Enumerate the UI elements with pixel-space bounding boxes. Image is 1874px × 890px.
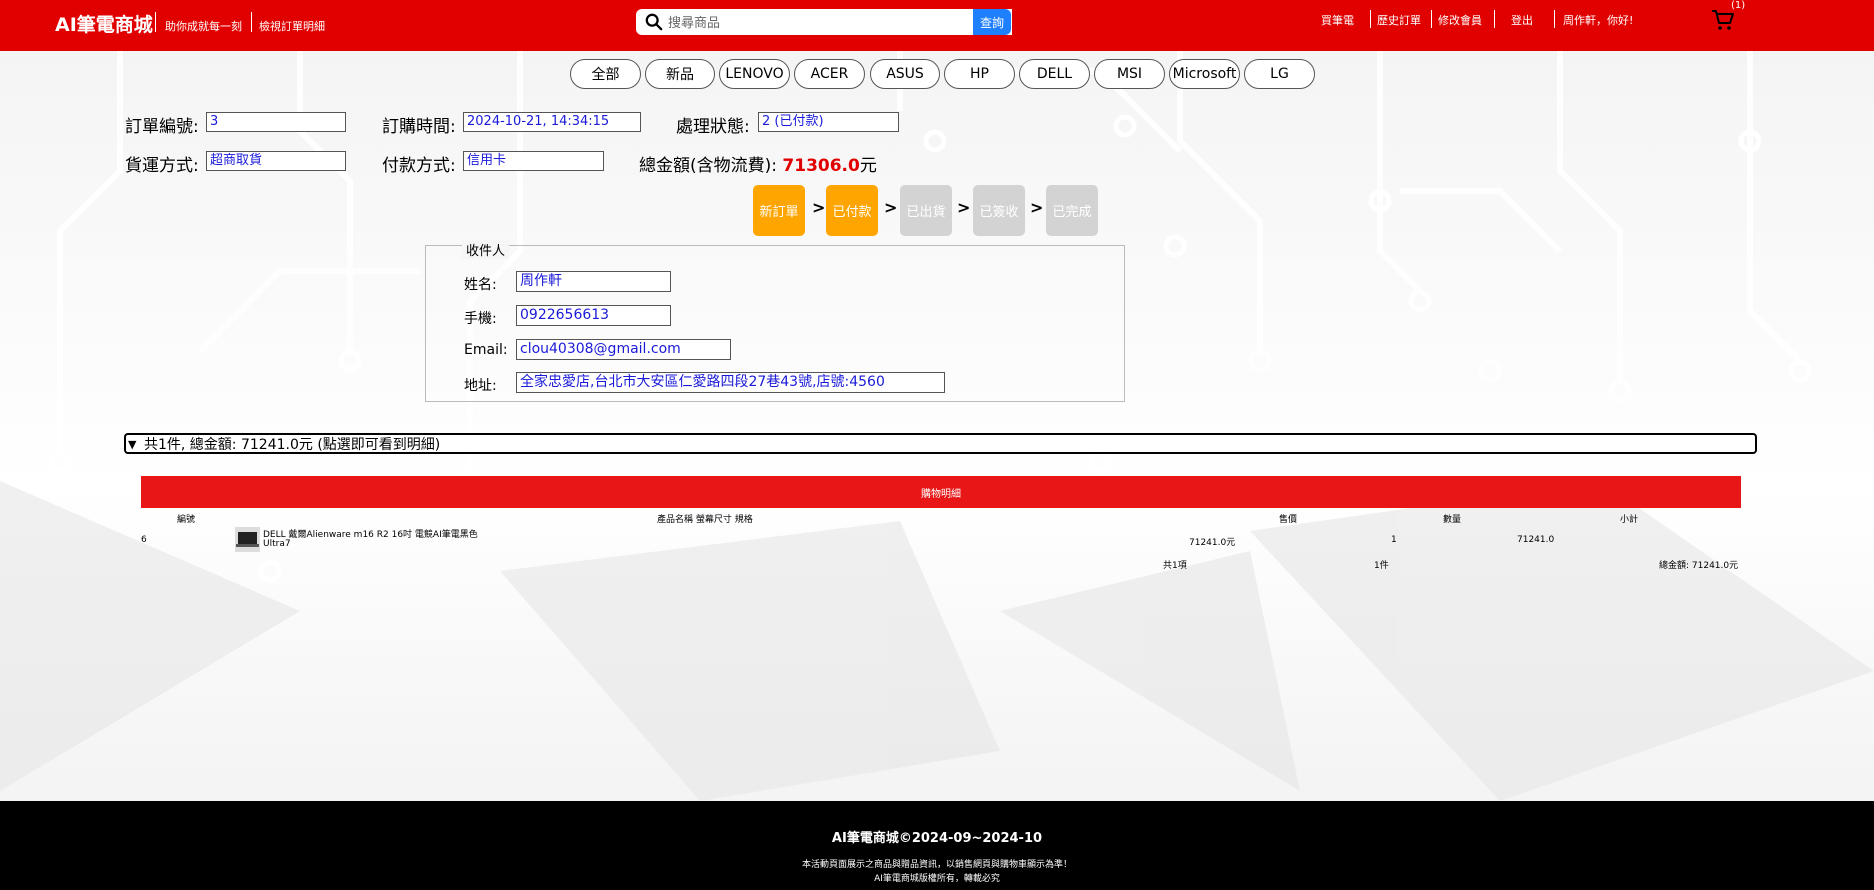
- payment-field: 信用卡: [463, 151, 604, 171]
- step-arrow: >: [1030, 198, 1044, 217]
- item-qty: 1: [1391, 535, 1397, 545]
- col-header-id: 編號: [177, 515, 196, 525]
- details-qty-total: 1件: [1374, 561, 1389, 571]
- recipient-name-label: 姓名:: [464, 277, 497, 293]
- step-completed: 已完成: [1046, 185, 1098, 236]
- col-header-subtotal: 小計: [1620, 515, 1639, 525]
- category-microsoft[interactable]: Microsoft: [1169, 59, 1240, 89]
- nav-buy-laptop[interactable]: 買筆電: [1321, 12, 1354, 28]
- order-summary-text: 共1件, 總金額: 71241.0元 (點選即可看到明細): [144, 437, 441, 453]
- cart-count-badge: (1): [1731, 0, 1746, 11]
- order-status-field: 2 (已付款): [758, 112, 899, 132]
- step-paid: 已付款: [826, 185, 878, 236]
- order-id-field: 3: [206, 112, 346, 132]
- recipient-legend: 收件人: [462, 240, 510, 259]
- step-arrow: >: [957, 198, 971, 217]
- col-header-price: 售價: [1279, 515, 1298, 525]
- tagline: 助你成就每一刻: [165, 20, 242, 33]
- divider: [155, 12, 156, 32]
- recipient-address-label: 地址:: [464, 378, 497, 394]
- order-time-label: 訂購時間:: [382, 117, 456, 137]
- recipient-phone-label: 手機:: [464, 311, 497, 327]
- order-time-field: 2024-10-21, 14:34:15: [463, 112, 641, 132]
- footer-notice: 本活動頁面展示之商品與贈品資訊，以銷售網頁與購物車顯示為準！: [801, 860, 1072, 870]
- product-thumbnail[interactable]: [235, 527, 260, 552]
- details-title: 購物明細: [141, 476, 1741, 508]
- step-arrow: >: [812, 198, 826, 217]
- footer-copyright: AI筆電商城版權所有，轉載必究: [874, 874, 1000, 884]
- top-nav-bar: AI筆電商城 助你成就每一刻 檢視訂單明細 查詢 買筆電 歷史訂單 修改會員 登…: [0, 0, 1874, 51]
- order-total-label: 總金額(含物流費):: [639, 156, 777, 176]
- order-total: 總金額(含物流費): 71306.0元: [639, 151, 877, 176]
- category-all[interactable]: 全部: [570, 59, 641, 89]
- divider: [1431, 10, 1432, 28]
- view-order-link[interactable]: 檢視訂單明細: [259, 18, 325, 34]
- divider: [1554, 10, 1555, 28]
- divider: [251, 12, 252, 32]
- recipient-name-field: 周作軒: [516, 271, 671, 292]
- payment-label: 付款方式:: [382, 156, 456, 176]
- order-id-label: 訂單編號:: [125, 117, 199, 137]
- recipient-address-field: 全家忠愛店,台北市大安區仁愛路四段27巷43號,店號:4560: [516, 372, 945, 393]
- item-name-line2: Ultra7: [263, 539, 291, 549]
- details-grand-total: 總金額: 71241.0元: [1659, 561, 1739, 571]
- step-shipped: 已出貨: [900, 185, 952, 236]
- search-icon: [645, 13, 663, 31]
- col-header-qty: 數量: [1443, 515, 1462, 525]
- item-name-line1[interactable]: DELL 戴爾Alienware m16 R2 16吋 電競AI筆電黑色: [263, 527, 478, 540]
- footer-title: AI筆電商城©2024-09~2024-10: [831, 831, 1043, 846]
- laptop-icon: [236, 532, 259, 547]
- search-button[interactable]: 查詢: [973, 9, 1011, 35]
- item-price: 71241.0元: [1189, 538, 1236, 548]
- category-msi[interactable]: MSI: [1094, 59, 1165, 89]
- divider: [1494, 10, 1495, 28]
- category-acer[interactable]: ACER: [794, 59, 865, 89]
- category-new[interactable]: 新品: [645, 59, 715, 89]
- order-summary-toggle[interactable]: ▼ 共1件, 總金額: 71241.0元 (點選即可看到明細): [124, 433, 1757, 454]
- recipient-email-field: clou40308@gmail.com: [516, 339, 731, 360]
- shipping-field: 超商取貨: [206, 151, 346, 171]
- page-footer: AI筆電商城©2024-09~2024-10 本活動頁面展示之商品與贈品資訊，以…: [0, 801, 1874, 890]
- details-item-count: 共1項: [1163, 561, 1187, 571]
- search-box: [636, 9, 1012, 35]
- divider: [1370, 10, 1371, 28]
- item-subtotal: 71241.0: [1517, 535, 1555, 545]
- triangle-down-icon: ▼: [128, 438, 137, 451]
- step-arrow: >: [884, 198, 898, 217]
- search-input[interactable]: [666, 12, 1010, 34]
- item-id: 6: [141, 535, 147, 545]
- step-new-order: 新訂單: [753, 185, 805, 236]
- user-greeting: 周作軒，你好!: [1563, 14, 1634, 27]
- nav-order-history[interactable]: 歷史訂單: [1377, 12, 1421, 28]
- cart-icon[interactable]: [1711, 8, 1735, 32]
- order-total-unit: 元: [859, 156, 877, 176]
- shipping-label: 貨運方式:: [125, 156, 199, 176]
- order-total-amount: 71306.0: [782, 156, 860, 176]
- nav-logout[interactable]: 登出: [1511, 12, 1533, 28]
- category-asus[interactable]: ASUS: [870, 59, 940, 89]
- order-status-label: 處理狀態:: [676, 117, 750, 137]
- brand-logo[interactable]: AI筆電商城: [55, 10, 153, 37]
- nav-edit-member[interactable]: 修改會員: [1438, 12, 1482, 28]
- category-hp[interactable]: HP: [944, 59, 1015, 89]
- category-lenovo[interactable]: LENOVO: [719, 59, 790, 89]
- col-header-product: 產品名稱 螢幕尺寸 規格: [657, 515, 753, 525]
- category-lg[interactable]: LG: [1244, 59, 1315, 89]
- step-received: 已簽收: [973, 185, 1025, 236]
- recipient-email-label: Email:: [464, 342, 508, 358]
- category-dell[interactable]: DELL: [1019, 59, 1090, 89]
- recipient-phone-field: 0922656613: [516, 305, 671, 326]
